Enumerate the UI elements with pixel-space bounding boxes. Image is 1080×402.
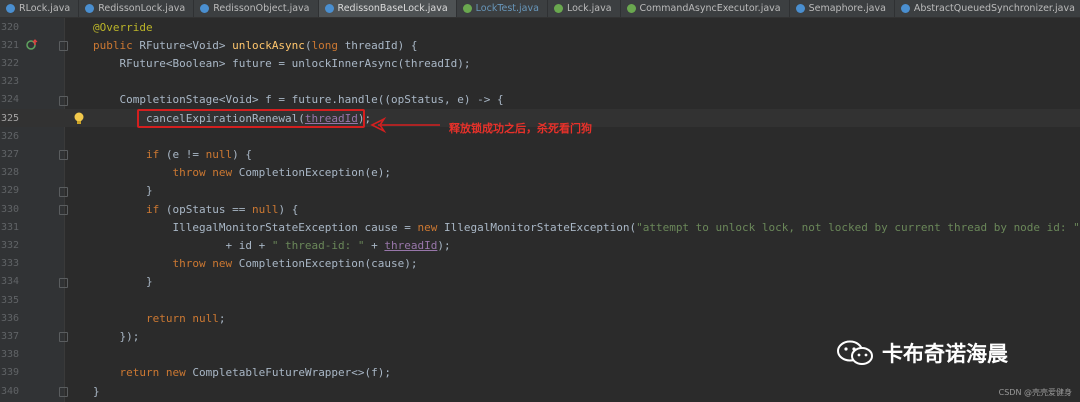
- code-text: return new CompletableFutureWrapper<>(f)…: [119, 366, 392, 380]
- line-number: 327: [1, 148, 20, 160]
- line-number: 323: [1, 76, 20, 88]
- code-line[interactable]: 333 throw new CompletionException(cause)…: [0, 255, 1080, 273]
- line-number: 330: [1, 203, 20, 215]
- tab-label: RLock.java: [19, 3, 71, 14]
- tab-redissonbaselock[interactable]: RedissonBaseLock.java: [318, 0, 457, 17]
- tab-label: RedissonBaseLock.java: [337, 3, 448, 14]
- wechat-watermark: 卡布奇诺海晨: [836, 338, 1008, 368]
- annotation-arrow: [370, 116, 440, 134]
- line-number: 337: [1, 330, 20, 342]
- code-line[interactable]: 331 IllegalMonitorStateException cause =…: [0, 218, 1080, 236]
- code-line[interactable]: 336 return null;: [0, 309, 1080, 327]
- tab-label: RedissonObject.java: [213, 3, 310, 14]
- code-text: + id + " thread-id: " + threadId);: [93, 238, 451, 252]
- editor-tab-bar: RLock.java RedissonLock.java RedissonObjec…: [0, 0, 1080, 18]
- code-text: RFuture<Boolean> future = unlockInnerAsy…: [93, 56, 471, 70]
- code-line[interactable]: 332 + id + " thread-id: " + threadId);: [0, 236, 1080, 254]
- tab-label: CommandAsyncExecutor.java: [639, 3, 781, 14]
- fold-marker-icon[interactable]: [59, 95, 68, 106]
- line-number: 321: [1, 39, 20, 51]
- line-number: 329: [1, 185, 20, 197]
- java-class-icon: [462, 4, 472, 13]
- line-number: 332: [1, 239, 20, 251]
- intention-bulb-icon[interactable]: [73, 112, 85, 129]
- code-text: throw new CompletionException(e);: [172, 166, 392, 180]
- fold-marker-icon[interactable]: [59, 150, 68, 161]
- line-number: 335: [1, 294, 20, 306]
- line-number: 322: [1, 57, 20, 69]
- code-line[interactable]: 340}: [0, 382, 1080, 400]
- code-text: }: [93, 384, 100, 398]
- code-line[interactable]: 323: [0, 73, 1080, 91]
- code-text: });: [93, 329, 140, 343]
- line-number: 334: [1, 276, 20, 288]
- tab-label: Lock.java: [566, 3, 612, 14]
- java-class-icon: [324, 4, 334, 13]
- tab-abstractqueuedsynchronizer[interactable]: AbstractQueuedSynchronizer.java: [895, 0, 1080, 17]
- tab-label: AbstractQueuedSynchronizer.java: [913, 3, 1075, 14]
- code-line[interactable]: 328 throw new CompletionException(e);: [0, 164, 1080, 182]
- code-line[interactable]: 327 if (e != null) {: [0, 145, 1080, 163]
- code-line[interactable]: 324 CompletionStage<Void> f = future.han…: [0, 91, 1080, 109]
- line-number: 320: [1, 21, 20, 33]
- java-class-icon: [6, 4, 15, 13]
- tab-semaphore[interactable]: Semaphore.java: [790, 0, 895, 17]
- tab-locktest[interactable]: LockTest.java: [457, 0, 548, 17]
- line-number: 325: [1, 112, 20, 124]
- code-text: throw new CompletionException(cause);: [172, 257, 418, 271]
- tab-label: Semaphore.java: [808, 3, 886, 14]
- code-line[interactable]: 320 @Override: [0, 18, 1080, 36]
- java-class-icon: [200, 4, 210, 13]
- code-text: public RFuture<Void> unlockAsync(long th…: [93, 38, 418, 52]
- code-line[interactable]: 329 }: [0, 182, 1080, 200]
- line-number: 326: [1, 130, 20, 142]
- fold-marker-icon[interactable]: [59, 205, 68, 215]
- annotation-text: 释放锁成功之后，杀死看门狗: [449, 122, 592, 135]
- line-number: 328: [1, 167, 20, 179]
- fold-marker-icon[interactable]: [59, 387, 68, 397]
- fold-marker-icon[interactable]: [59, 41, 68, 52]
- line-number: 339: [1, 367, 20, 379]
- code-text: }: [93, 275, 153, 289]
- wechat-icon: [837, 340, 873, 365]
- tab-label: LockTest.java: [475, 3, 539, 14]
- code-text: return null;: [145, 311, 226, 325]
- java-class-icon: [626, 4, 636, 13]
- tab-lock[interactable]: Lock.java: [548, 0, 621, 17]
- fold-marker-icon[interactable]: [59, 332, 68, 343]
- tab-label: RedissonLock.java: [98, 3, 186, 14]
- line-number: 333: [1, 258, 20, 270]
- code-line[interactable]: 321 public RFuture<Void> unlockAsync(long…: [0, 36, 1080, 54]
- code-text: if (opStatus == null) {: [145, 202, 299, 216]
- line-number: 331: [1, 221, 20, 233]
- code-text: }: [93, 184, 153, 198]
- code-text: @Override: [93, 20, 153, 34]
- tab-redissonlock[interactable]: RedissonLock.java: [79, 0, 195, 17]
- tab-redissonobject[interactable]: RedissonObject.java: [194, 0, 319, 17]
- java-class-icon: [553, 4, 563, 13]
- code-line[interactable]: 335: [0, 291, 1080, 309]
- csdn-credit: CSDN @壳壳爱健身: [998, 388, 1072, 397]
- code-line[interactable]: 330 if (opStatus == null) {: [0, 200, 1080, 218]
- code-text: CompletionStage<Void> f = future.handle(…: [93, 93, 504, 107]
- fold-marker-icon[interactable]: [59, 186, 68, 197]
- line-number: 336: [1, 312, 20, 324]
- code-text: if (e != null) {: [145, 147, 252, 161]
- code-line[interactable]: 334 }: [0, 273, 1080, 291]
- implements-marker-icon[interactable]: [26, 39, 38, 54]
- java-class-icon: [795, 4, 805, 13]
- highlight-box: [137, 109, 365, 128]
- code-text: IllegalMonitorStateException cause = new…: [93, 220, 1080, 234]
- watermark-text: 卡布奇诺海晨: [882, 342, 1008, 366]
- fold-marker-icon[interactable]: [59, 277, 68, 288]
- tab-rlock[interactable]: RLock.java: [0, 0, 80, 17]
- tab-commandasyncexecutor[interactable]: CommandAsyncExecutor.java: [621, 0, 790, 17]
- line-number: 340: [1, 385, 20, 397]
- code-line[interactable]: 322 RFuture<Boolean> future = unlockInne…: [0, 54, 1080, 72]
- line-number: 324: [1, 94, 20, 106]
- java-class-icon: [85, 4, 95, 13]
- line-number: 338: [1, 349, 20, 361]
- java-class-icon: [900, 4, 910, 13]
